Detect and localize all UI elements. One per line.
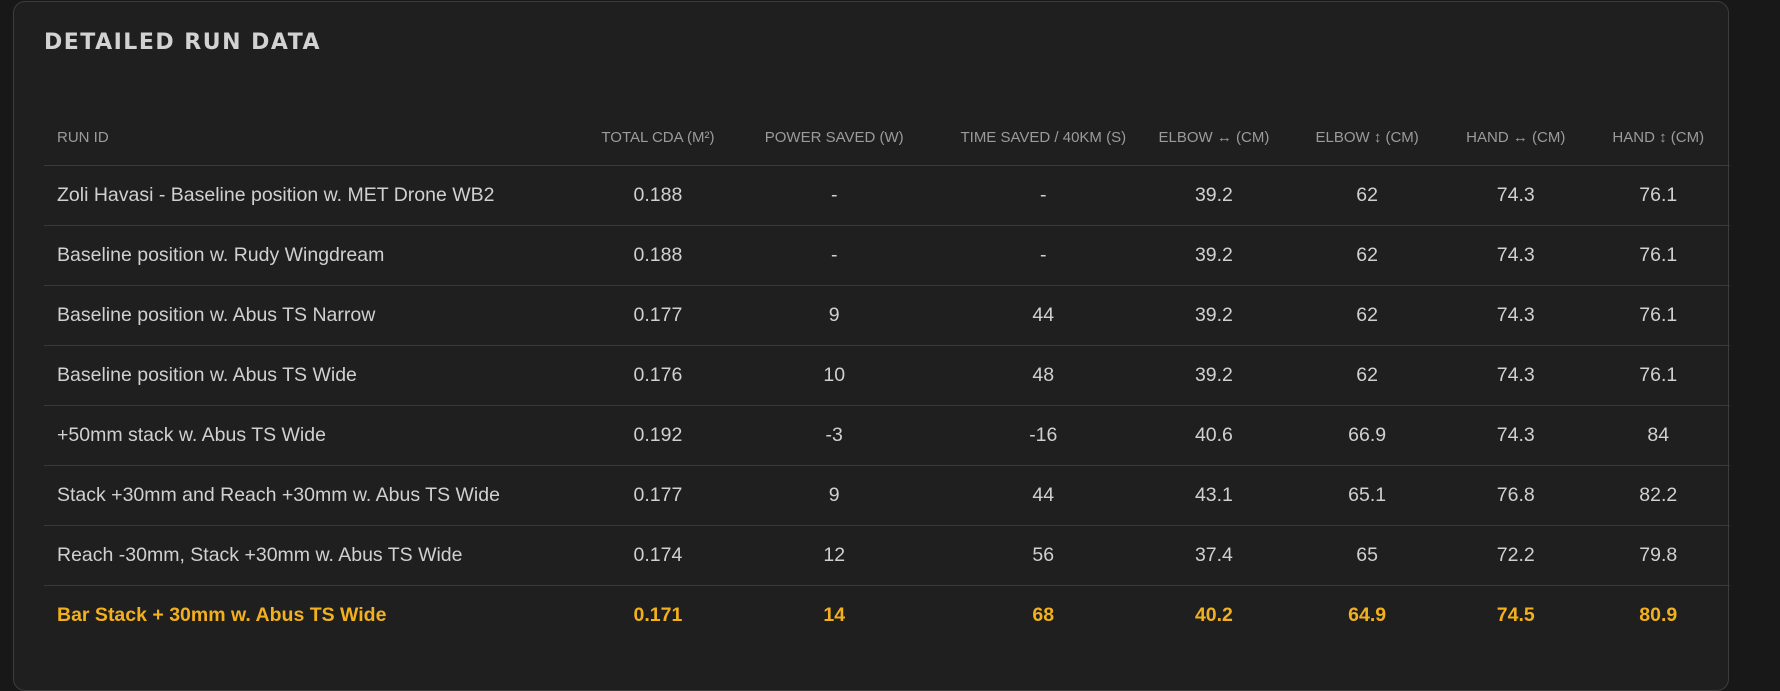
cell-time-saved: 44 bbox=[947, 285, 1139, 346]
panel-title: DETAILED RUN DATA bbox=[44, 30, 322, 55]
cell-elbow-vertical: 62 bbox=[1289, 225, 1446, 286]
cell-hand-vertical: 80.9 bbox=[1639, 604, 1678, 626]
cell-power-saved: 9 bbox=[720, 465, 948, 526]
cell-time-saved: - bbox=[947, 225, 1139, 286]
table-row: Baseline position w. Rudy Wingdream 0.188… bbox=[44, 225, 1730, 286]
cell-elbow-vertical: 62 bbox=[1289, 285, 1446, 346]
cell-total-cda: 0.177 bbox=[595, 285, 721, 346]
cell-power-saved: 10 bbox=[720, 345, 948, 406]
cell-hand-horizontal: 74.3 bbox=[1445, 405, 1587, 466]
cell-total-cda: 0.171 bbox=[633, 604, 683, 626]
run-data-panel: DETAILED RUN DATA RUN ID TOTAL CDA (M²) … bbox=[13, 1, 1730, 691]
cell-hand-horizontal: 72.2 bbox=[1445, 525, 1587, 586]
cell-total-cda: 0.174 bbox=[595, 525, 721, 586]
table-row: Zoli Havasi - Baseline position w. MET D… bbox=[44, 165, 1730, 226]
cell-elbow-vertical: 62 bbox=[1289, 345, 1446, 406]
cell-elbow-horizontal: 39.2 bbox=[1138, 285, 1290, 346]
header-elbow-vertical: ELBOW ↕ (CM) bbox=[1289, 109, 1446, 166]
table-row: Baseline position w. Abus TS Narrow 0.177… bbox=[44, 285, 1730, 346]
cell-elbow-horizontal: 40.6 bbox=[1138, 405, 1290, 466]
cell-elbow-vertical: 66.9 bbox=[1289, 405, 1446, 466]
header-time-saved: TIME SAVED / 40KM (S) bbox=[947, 109, 1139, 166]
cell-total-cda: 0.188 bbox=[595, 165, 721, 226]
header-power-saved: POWER SAVED (W) bbox=[720, 109, 948, 166]
cell-hand-horizontal: 76.8 bbox=[1445, 465, 1587, 526]
cell-hand-vertical: 76.1 bbox=[1586, 165, 1730, 226]
cell-time-saved: 56 bbox=[947, 525, 1139, 586]
cell-power-saved: -3 bbox=[720, 405, 948, 466]
cell-hand-horizontal: 74.5 bbox=[1496, 604, 1535, 626]
cell-time-saved: -16 bbox=[947, 405, 1139, 466]
table-row: Baseline position w. Abus TS Wide 0.176 10… bbox=[44, 345, 1730, 406]
cell-total-cda: 0.188 bbox=[595, 225, 721, 286]
cell-hand-horizontal: 74.3 bbox=[1445, 345, 1587, 406]
header-hand-horizontal: HAND ↔ (CM) bbox=[1445, 109, 1587, 166]
cell-hand-horizontal: 74.3 bbox=[1445, 165, 1587, 226]
cell-time-saved: - bbox=[947, 165, 1139, 226]
cell-power-saved: 14 bbox=[823, 604, 846, 626]
run-data-table: RUN ID TOTAL CDA (M²) POWER SAVED (W) TI… bbox=[44, 109, 1730, 645]
cell-time-saved: 44 bbox=[947, 465, 1139, 526]
cell-run-id: Zoli Havasi - Baseline position w. MET D… bbox=[44, 165, 596, 226]
cell-total-cda: 0.176 bbox=[595, 345, 721, 406]
cell-run-id: Baseline position w. Abus TS Narrow bbox=[44, 285, 596, 346]
cell-run-id: Stack +30mm and Reach +30mm w. Abus TS W… bbox=[44, 465, 596, 526]
cell-run-id: Baseline position w. Abus TS Wide bbox=[44, 345, 596, 406]
table-row: +50mm stack w. Abus TS Wide 0.192 -3 -16 40.… bbox=[44, 405, 1730, 466]
cell-run-id: +50mm stack w. Abus TS Wide bbox=[44, 405, 596, 466]
table-row: Stack +30mm and Reach +30mm w. Abus TS W… bbox=[44, 465, 1730, 526]
cell-hand-vertical: 76.1 bbox=[1586, 225, 1730, 286]
header-total-cda: TOTAL CDA (M²) bbox=[595, 109, 721, 166]
header-elbow-horizontal: ELBOW ↔ (CM) bbox=[1138, 109, 1290, 166]
cell-run-id: Bar Stack + 30mm w. Abus TS Wide bbox=[57, 604, 387, 626]
cell-power-saved: - bbox=[720, 165, 948, 226]
cell-hand-vertical: 79.8 bbox=[1586, 525, 1730, 586]
cell-run-id: Baseline position w. Rudy Wingdream bbox=[44, 225, 596, 286]
cell-power-saved: 12 bbox=[720, 525, 948, 586]
cell-elbow-horizontal: 39.2 bbox=[1138, 225, 1290, 286]
cell-elbow-vertical: 62 bbox=[1289, 165, 1446, 226]
table-header-row: RUN ID TOTAL CDA (M²) POWER SAVED (W) TI… bbox=[44, 109, 1730, 166]
header-run-id: RUN ID bbox=[44, 109, 596, 166]
cell-time-saved: 48 bbox=[947, 345, 1139, 406]
cell-time-saved: 68 bbox=[1032, 604, 1055, 626]
cell-power-saved: 9 bbox=[720, 285, 948, 346]
cell-elbow-vertical: 65.1 bbox=[1289, 465, 1446, 526]
cell-elbow-horizontal: 40.2 bbox=[1194, 604, 1233, 626]
cell-run-id: Reach -30mm, Stack +30mm w. Abus TS Wide bbox=[44, 525, 596, 586]
cell-hand-horizontal: 74.3 bbox=[1445, 225, 1587, 286]
cell-elbow-horizontal: 39.2 bbox=[1138, 165, 1290, 226]
header-hand-vertical: HAND ↕ (CM) bbox=[1586, 109, 1730, 166]
cell-power-saved: - bbox=[720, 225, 948, 286]
cell-elbow-horizontal: 37.4 bbox=[1138, 525, 1290, 586]
cell-elbow-vertical: 64.9 bbox=[1348, 604, 1387, 626]
cell-hand-horizontal: 74.3 bbox=[1445, 285, 1587, 346]
cell-elbow-horizontal: 39.2 bbox=[1138, 345, 1290, 406]
table-row: Bar Stack + 30mm w. Abus TS Wide 0.171 14 6… bbox=[44, 586, 1730, 646]
cell-elbow-vertical: 65 bbox=[1289, 525, 1446, 586]
cell-hand-vertical: 76.1 bbox=[1586, 285, 1730, 346]
cell-total-cda: 0.177 bbox=[595, 465, 721, 526]
cell-hand-vertical: 82.2 bbox=[1586, 465, 1730, 526]
cell-total-cda: 0.192 bbox=[595, 405, 721, 466]
cell-hand-vertical: 84 bbox=[1586, 405, 1730, 466]
table-row: Reach -30mm, Stack +30mm w. Abus TS Wide… bbox=[44, 525, 1730, 586]
cell-elbow-horizontal: 43.1 bbox=[1138, 465, 1290, 526]
cell-hand-vertical: 76.1 bbox=[1586, 345, 1730, 406]
